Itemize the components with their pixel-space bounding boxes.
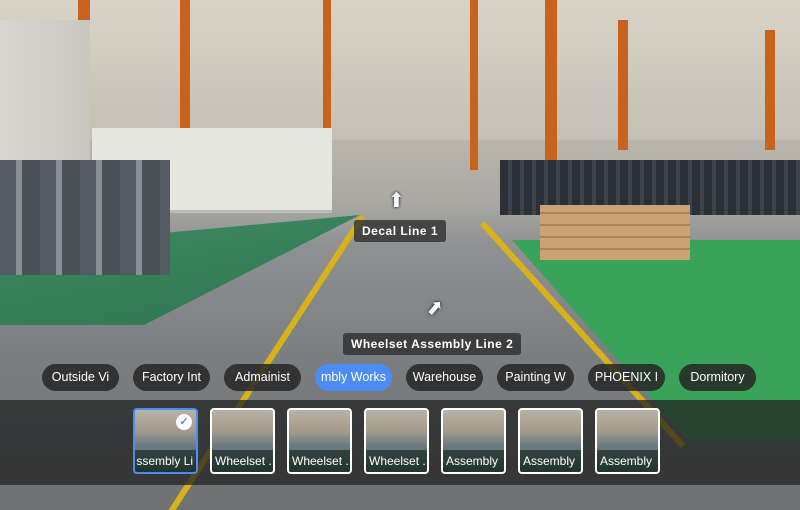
tab-assembly-works[interactable]: mbly Works [315,364,392,391]
thumbnail-scene[interactable]: Assembly [441,408,506,474]
thumbnail-label: Wheelset . [212,450,273,472]
tab-factory-interior[interactable]: Factory Int [133,364,210,391]
thumbnail-scene[interactable]: Wheelset . [364,408,429,474]
steel-column [470,0,478,170]
tab-warehouse[interactable]: Warehouse [406,364,483,391]
scene-group-tabs: Outside Vi Factory Int Admainist mbly Wo… [42,364,756,391]
steel-column [765,30,775,150]
scene-thumbnails: ✓ ssembly Li Wheelset . Wheelset . Wheels… [133,408,660,474]
thumbnail-label: Wheelset . [366,450,427,472]
tab-outside-view[interactable]: Outside Vi [42,364,119,391]
hotspot-wheelset-assembly-line-2[interactable]: Wheelset Assembly Line 2 [343,333,522,355]
thumbnail-scene[interactable]: Wheelset . [210,408,275,474]
thumbnail-label: Assembly [443,450,504,472]
thumbnail-label: Assembly [597,450,658,472]
thumbnail-label: Assembly [520,450,581,472]
cardboard-boxes [540,205,690,260]
steel-column [618,20,628,150]
tab-phoenix[interactable]: PHOENIX I [588,364,665,391]
thumbnail-label: ssembly Li [135,450,196,472]
thumbnail-label: Wheelset . [289,450,350,472]
thumbnail-scene[interactable]: Assembly [595,408,660,474]
wire-coils [0,160,170,275]
thumbnail-scene[interactable]: Wheelset . [287,408,352,474]
thumbnail-scene[interactable]: Assembly [518,408,583,474]
tab-dormitory[interactable]: Dormitory [679,364,756,391]
arrow-hotspot-icon[interactable]: ⬆ [388,188,405,213]
thumbnail-scene[interactable]: ✓ ssembly Li [133,408,198,474]
arrow-hotspot-icon[interactable]: ⬆ [420,294,449,324]
check-icon: ✓ [176,414,192,430]
hotspot-decal-line-1[interactable]: Decal Line 1 [354,220,447,242]
steel-column [180,0,190,130]
tab-administration[interactable]: Admainist [224,364,301,391]
tab-painting-workshop[interactable]: Painting W [497,364,574,391]
ceiling [0,0,800,140]
